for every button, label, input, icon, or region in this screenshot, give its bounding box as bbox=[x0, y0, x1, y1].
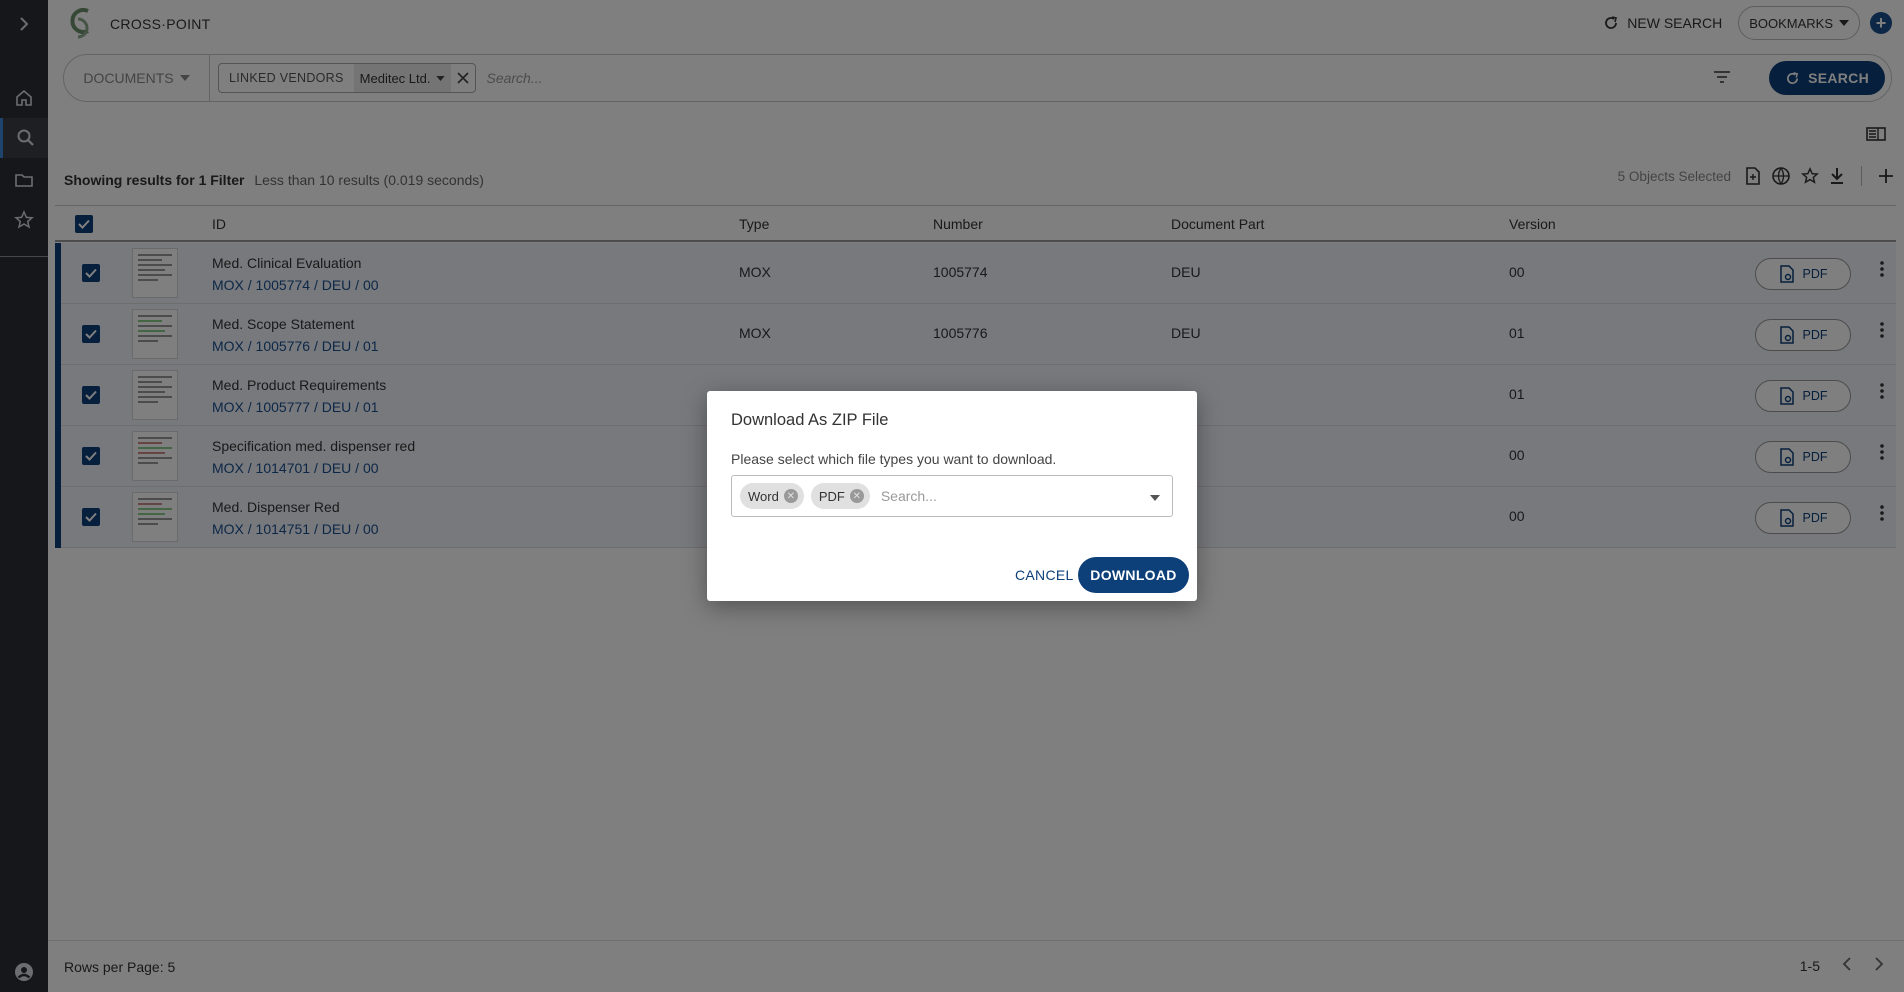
chip-label: Word bbox=[748, 488, 779, 504]
file-type-chip-word[interactable]: Word ✕ bbox=[740, 483, 804, 509]
cancel-button[interactable]: CANCEL bbox=[1015, 567, 1074, 583]
chip-label: PDF bbox=[818, 488, 845, 504]
dialog-description: Please select which file types you want … bbox=[731, 451, 1057, 467]
dialog-title: Download As ZIP File bbox=[731, 411, 889, 429]
download-zip-dialog: Download As ZIP File Please select which… bbox=[707, 391, 1197, 601]
dropdown-toggle[interactable] bbox=[1150, 488, 1160, 504]
file-type-chip-pdf[interactable]: PDF ✕ bbox=[810, 483, 870, 509]
file-type-search-input[interactable]: Search... bbox=[881, 488, 1143, 504]
download-button[interactable]: DOWNLOAD bbox=[1078, 557, 1189, 593]
caret-down-icon bbox=[1150, 495, 1160, 501]
file-type-select[interactable]: Word ✕ PDF ✕ Search... bbox=[731, 475, 1173, 517]
remove-chip-icon[interactable]: ✕ bbox=[849, 489, 864, 503]
remove-chip-icon[interactable]: ✕ bbox=[783, 489, 798, 503]
